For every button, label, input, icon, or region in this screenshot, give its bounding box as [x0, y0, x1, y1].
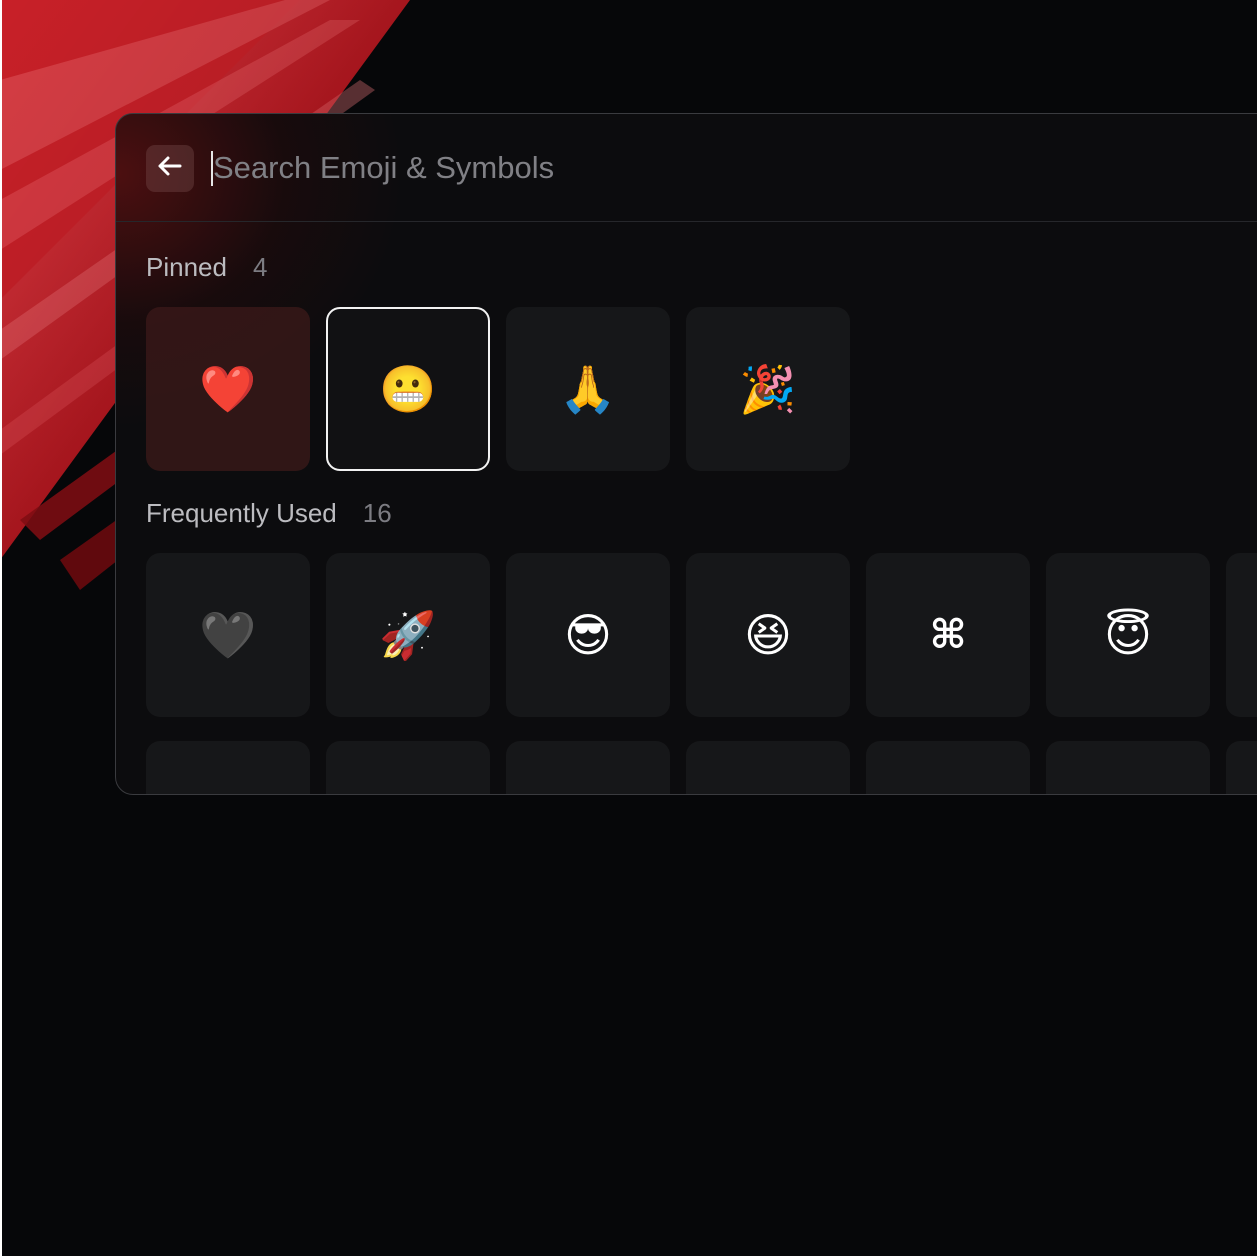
emoji-tile-rocket[interactable]: 🚀	[326, 553, 490, 717]
grinning-squinting-face-icon: 😆	[744, 608, 792, 662]
party-popper-icon: 🎉	[739, 362, 797, 416]
emoji-tile-grimacing-face[interactable]: 😬	[326, 307, 490, 471]
emoji-tile-grinning-squinting-face[interactable]: 😆	[686, 553, 850, 717]
screen-edge	[0, 0, 2, 1256]
emoji-tile-partial[interactable]	[1226, 553, 1257, 717]
emoji-tile-row3[interactable]	[1226, 741, 1257, 794]
emoji-tile-row3[interactable]	[326, 741, 490, 794]
emoji-tile-sunglasses-face[interactable]: 😎	[506, 553, 670, 717]
pinned-section-title: Pinned	[146, 252, 227, 282]
emoji-tile-row3[interactable]	[686, 741, 850, 794]
emoji-tile-command-symbol[interactable]: ⌘	[866, 553, 1030, 717]
search-bar	[116, 114, 1257, 222]
pinned-section-header: Pinned 4	[146, 252, 267, 283]
emoji-tile-row3[interactable]	[506, 741, 670, 794]
red-heart-icon: ❤️	[199, 362, 257, 416]
frequent-section-header: Frequently Used 16	[146, 498, 392, 529]
rocket-icon: 🚀	[379, 608, 437, 662]
search-input[interactable]	[213, 144, 913, 192]
emoji-tile-black-heart[interactable]: 🖤	[146, 553, 310, 717]
emoji-tile-row3[interactable]	[866, 741, 1030, 794]
emoji-tile-halo-face[interactable]: 😇	[1046, 553, 1210, 717]
halo-face-icon: 😇	[1104, 608, 1152, 662]
emoji-picker-window: Pinned 4 ❤️ 😬 🙏 🎉 Frequently Used 16 🖤 🚀…	[115, 113, 1257, 795]
emoji-tile-row3[interactable]	[146, 741, 310, 794]
folded-hands-icon: 🙏	[559, 362, 617, 416]
back-button[interactable]	[146, 145, 194, 192]
emoji-tile-folded-hands[interactable]: 🙏	[506, 307, 670, 471]
emoji-tile-row3[interactable]	[1046, 741, 1210, 794]
arrow-left-icon	[157, 155, 183, 182]
command-key-icon: ⌘	[929, 612, 967, 658]
desktop: Pinned 4 ❤️ 😬 🙏 🎉 Frequently Used 16 🖤 🚀…	[0, 0, 1257, 1256]
emoji-tile-red-heart[interactable]: ❤️	[146, 307, 310, 471]
grimacing-face-icon: 😬	[379, 362, 437, 416]
frequent-section-title: Frequently Used	[146, 498, 337, 528]
black-heart-icon: 🖤	[199, 608, 257, 662]
sunglasses-face-icon: 😎	[564, 608, 612, 662]
pinned-section-count: 4	[252, 252, 268, 282]
emoji-tile-party-popper[interactable]: 🎉	[686, 307, 850, 471]
frequent-section-count: 16	[362, 498, 392, 528]
